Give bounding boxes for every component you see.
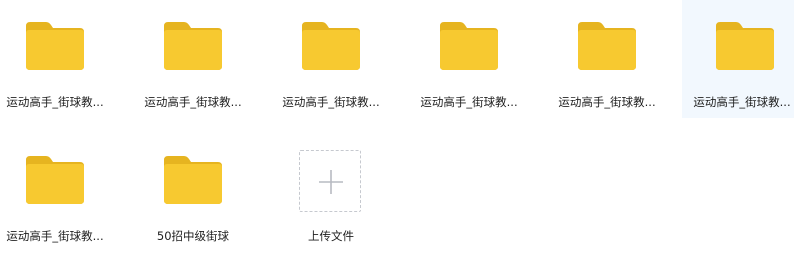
folder-name: 运动高手_街球教...	[558, 95, 656, 109]
folder-name: 运动高手_街球教...	[693, 95, 791, 109]
folder-item[interactable]: 运动高手_街球教...	[0, 0, 110, 118]
folder-icon	[578, 22, 636, 70]
folder-item[interactable]: 运动高手_街球教...	[276, 0, 386, 118]
upload-label: 上传文件	[308, 229, 354, 243]
folder-name: 运动高手_街球教...	[144, 95, 242, 109]
upload-dropzone[interactable]	[299, 150, 361, 212]
folder-icon	[26, 156, 84, 204]
folder-icon	[440, 22, 498, 70]
folder-name: 50招中级街球	[156, 229, 230, 243]
upload-file-button[interactable]: 上传文件	[276, 137, 386, 255]
folder-item[interactable]: 运动高手_街球教...	[414, 0, 524, 118]
folder-name: 运动高手_街球教...	[282, 95, 380, 109]
folder-item[interactable]: 50招中级街球	[138, 134, 248, 252]
folder-icon	[302, 22, 360, 70]
folder-name: 运动高手_街球教...	[6, 229, 104, 243]
folder-item-selected[interactable]: 运动高手_街球教...	[682, 0, 794, 118]
folder-icon	[164, 156, 222, 204]
folder-icon	[164, 22, 222, 70]
folder-item[interactable]: 运动高手_街球教...	[0, 134, 110, 252]
folder-item[interactable]: 运动高手_街球教...	[138, 0, 248, 118]
folder-icon	[26, 22, 84, 70]
folder-name: 运动高手_街球教...	[420, 95, 518, 109]
folder-icon	[716, 22, 774, 70]
file-grid: 运动高手_街球教... 运动高手_街球教... 运动高手_街球教... 运动高手…	[0, 0, 794, 259]
folder-name: 运动高手_街球教...	[6, 95, 104, 109]
plus-icon	[319, 170, 343, 194]
folder-item[interactable]: 运动高手_街球教...	[552, 0, 662, 118]
